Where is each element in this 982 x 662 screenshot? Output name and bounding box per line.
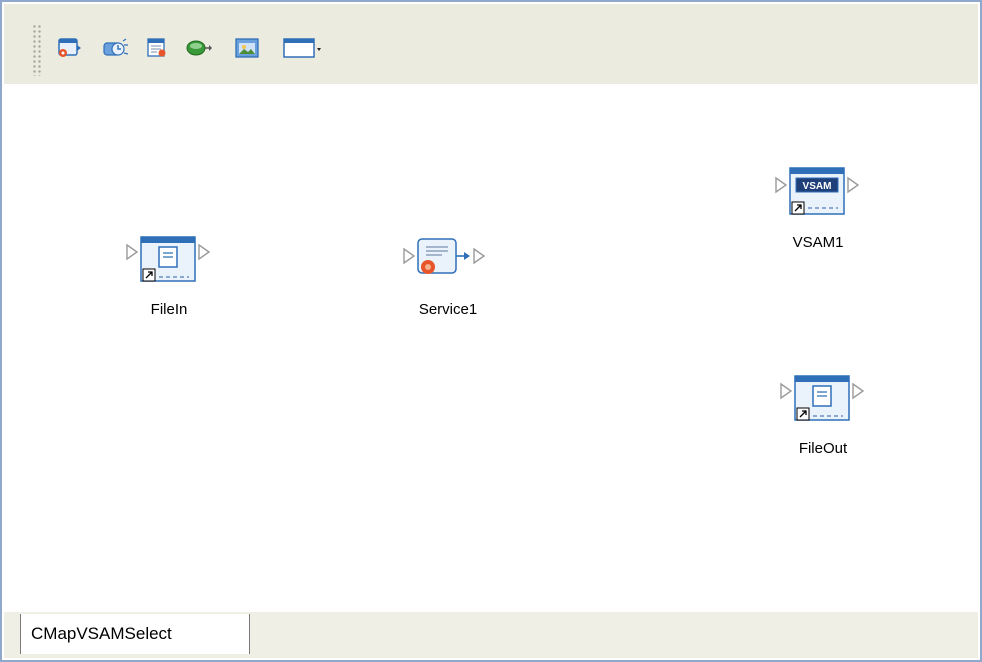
file-connector-icon (126, 236, 211, 282)
vsam-connector-icon: VSAM (775, 167, 860, 215)
add-database-button[interactable] (184, 34, 214, 62)
node-label: VSAM1 (792, 234, 844, 251)
tab-cmapvsamselect[interactable]: CMapVSAMSelect (20, 614, 250, 654)
window-dropdown-button[interactable] (280, 34, 328, 62)
node-label: Service1 (418, 301, 478, 318)
node-service1[interactable]: Service1 (378, 233, 518, 318)
node-label: FileIn (150, 301, 188, 318)
collaboration-map-editor: FileIn Service1 VSAM VSAM1 FileOut CMapV… (0, 0, 982, 662)
file-connector-icon (780, 375, 865, 421)
external-application-icon (58, 38, 81, 57)
business-process-icon (147, 38, 166, 57)
service-icon (403, 238, 486, 274)
add-image-button[interactable] (232, 34, 262, 62)
add-business-process-button[interactable] (142, 34, 172, 62)
node-vsam1[interactable]: VSAM VSAM1 (748, 166, 888, 251)
database-icon (186, 40, 212, 56)
window-dropdown-icon (283, 38, 321, 58)
collaboration-canvas[interactable]: FileIn Service1 VSAM VSAM1 FileOut (4, 85, 978, 611)
image-icon (235, 38, 259, 58)
editor-tab-bar: CMapVSAMSelect (4, 612, 978, 658)
node-filein[interactable]: FileIn (99, 233, 239, 318)
add-external-application-button[interactable] (54, 34, 84, 62)
node-fileout[interactable]: FileOut (753, 372, 893, 457)
scheduler-icon (103, 38, 129, 56)
editor-toolbar (4, 4, 978, 85)
vsam-badge-text: VSAM (803, 181, 832, 192)
node-label: FileOut (798, 440, 848, 457)
add-scheduler-button[interactable] (100, 34, 130, 62)
toolbar-grip-handle[interactable] (32, 24, 42, 76)
